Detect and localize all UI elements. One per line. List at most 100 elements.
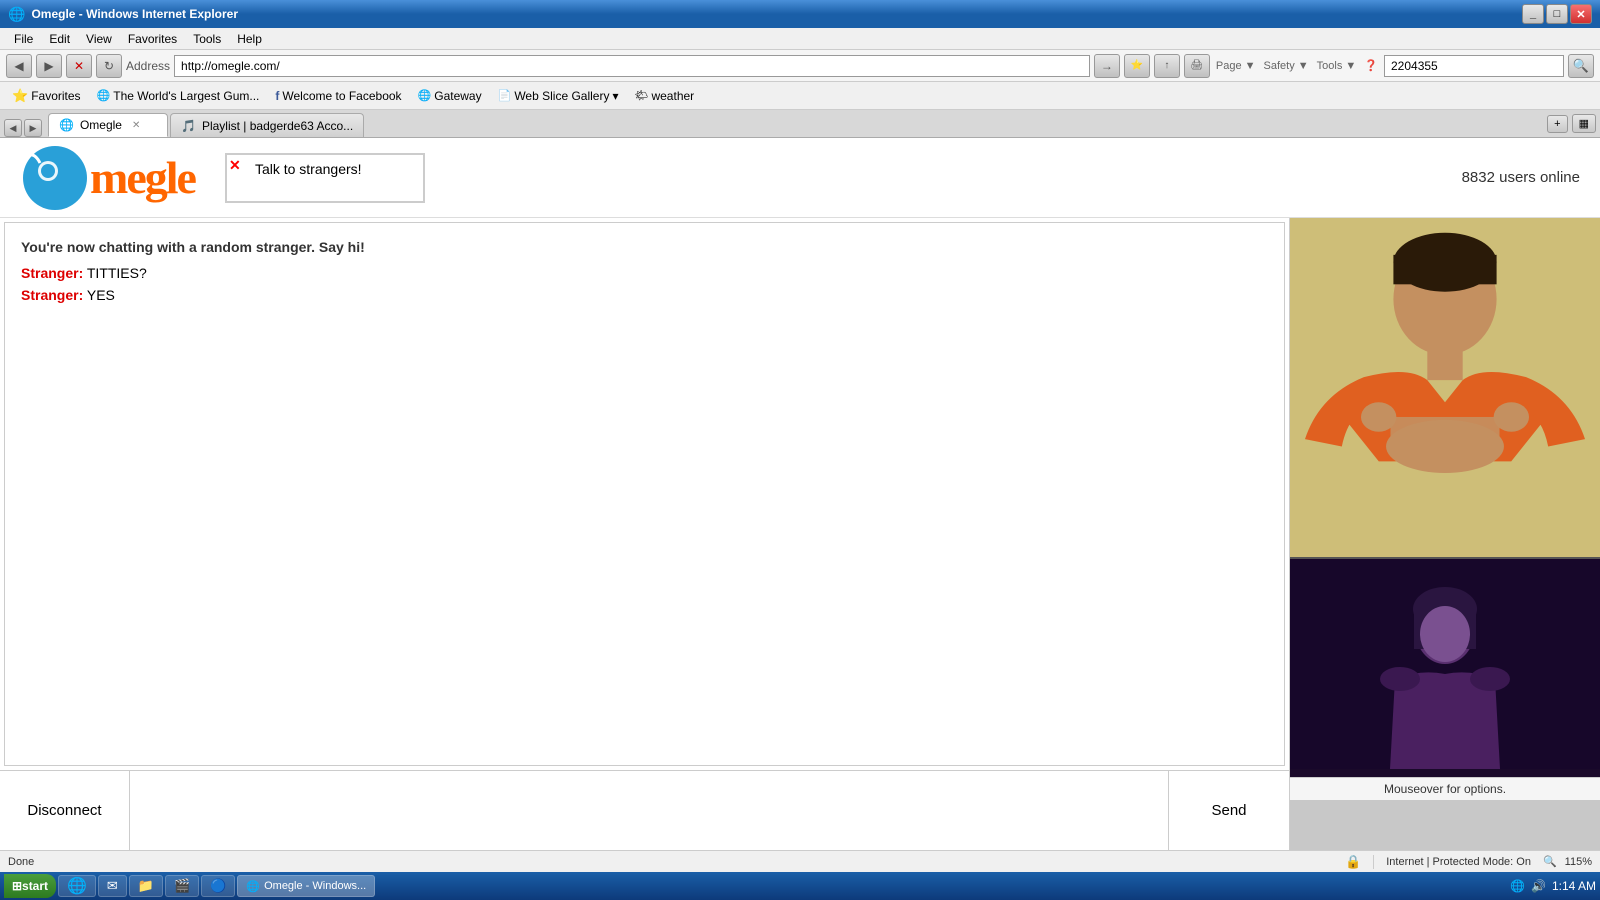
address-label: Address xyxy=(126,59,170,73)
close-button[interactable]: ✕ xyxy=(1570,4,1592,24)
fav-webslice-icon: 📄 xyxy=(498,89,512,102)
taskbar-omegle-window[interactable]: 🌐 Omegle - Windows... xyxy=(237,875,375,897)
tab-playlist[interactable]: 🎵 Playlist | badgerde63 Acco... xyxy=(170,113,364,137)
menu-view[interactable]: View xyxy=(80,30,118,48)
taskbar-icon-folder[interactable]: 📁 xyxy=(129,875,163,897)
zone-text: Internet | Protected Mode: On xyxy=(1386,856,1531,868)
fav-gum-label: The World's Largest Gum... xyxy=(113,89,259,103)
browser-icon: 🌐 xyxy=(8,6,25,23)
video-top-person-svg xyxy=(1290,218,1600,557)
status-bar: Done 🔒 Internet | Protected Mode: On 🔍 1… xyxy=(0,850,1600,872)
minimize-button[interactable]: _ xyxy=(1522,4,1544,24)
menu-help[interactable]: Help xyxy=(231,30,268,48)
start-button[interactable]: ⊞ start xyxy=(4,874,56,898)
fav-gateway-label: Gateway xyxy=(434,89,481,103)
tab-scroll-right[interactable]: ▶ xyxy=(24,119,42,137)
print-button[interactable]: 🖨 xyxy=(1184,54,1210,78)
fav-weather-icon: 🌤 xyxy=(635,89,649,102)
tab-omegle-icon: 🌐 xyxy=(59,118,74,132)
taskbar: ⊞ start 🌐 ✉ 📁 🎬 🔵 🌐 Omegle - Windows... … xyxy=(0,872,1600,900)
chat-message-1: Stranger: YES xyxy=(21,287,1268,303)
chat-text-1: YES xyxy=(87,287,115,303)
menu-edit[interactable]: Edit xyxy=(43,30,76,48)
zoom-icon: 🔍 xyxy=(1543,855,1557,868)
tab-scroll-left[interactable]: ◀ xyxy=(4,119,22,137)
video-top xyxy=(1290,218,1600,557)
taskbar-volume-icon: 🔊 xyxy=(1531,879,1546,893)
taskbar-icon-other[interactable]: 🔵 xyxy=(201,875,235,897)
quick-tabs-button[interactable]: ▦ xyxy=(1572,114,1596,133)
video-bottom-person-svg xyxy=(1290,559,1600,769)
page-dropdown[interactable]: Page ▼ xyxy=(1214,58,1258,74)
chat-text-0: TITTIES? xyxy=(87,265,147,281)
taskbar-omegle-label: Omegle - Windows... xyxy=(264,880,366,892)
search-button[interactable]: 🔍 xyxy=(1568,54,1594,78)
chat-area: You're now chatting with a random strang… xyxy=(0,218,1600,850)
refresh-alt-button[interactable]: ↑ xyxy=(1154,54,1180,78)
tab-bar-right: + ▦ xyxy=(1547,114,1596,137)
send-button[interactable]: Send xyxy=(1169,771,1289,850)
url-input[interactable] xyxy=(174,55,1090,77)
taskbar-ie-icon: 🌐 xyxy=(246,880,260,893)
users-online: 8832 users online xyxy=(1462,169,1580,186)
favorites-label: Favorites xyxy=(31,89,80,103)
chat-message-0: Stranger: TITTIES? xyxy=(21,265,1268,281)
favorites-item-facebook[interactable]: f Welcome to Facebook xyxy=(271,87,405,105)
chat-intro: You're now chatting with a random strang… xyxy=(21,239,1268,255)
chat-label-0: Stranger: xyxy=(21,265,83,281)
stop-button[interactable]: ✕ xyxy=(66,54,92,78)
title-bar-left: 🌐 Omegle - Windows Internet Explorer xyxy=(8,6,238,23)
search-input[interactable] xyxy=(1384,55,1564,77)
taskbar-network-icon: 🌐 xyxy=(1510,879,1525,893)
disconnect-button[interactable]: Disconnect xyxy=(0,771,130,850)
menu-tools[interactable]: Tools xyxy=(187,30,227,48)
fav-weather-label: weather xyxy=(651,89,694,103)
favorites-item-weather[interactable]: 🌤 weather xyxy=(631,87,699,105)
chat-messages: You're now chatting with a random strang… xyxy=(4,222,1285,766)
omegle-logo-svg xyxy=(20,143,90,213)
help-icon[interactable]: ❓ xyxy=(1362,57,1380,74)
favorites-folder[interactable]: ⭐ Favorites xyxy=(8,86,85,106)
taskbar-time: 1:14 AM xyxy=(1552,879,1596,893)
video-bottom xyxy=(1290,557,1600,777)
taskbar-icon-mail[interactable]: ✉ xyxy=(98,875,127,897)
tab-omegle[interactable]: 🌐 Omegle ✕ xyxy=(48,113,168,137)
go-button[interactable]: → xyxy=(1094,54,1120,78)
logo-text: megle xyxy=(90,151,195,204)
tab-omegle-label: Omegle xyxy=(80,118,122,132)
forward-button[interactable]: ▶ xyxy=(36,54,62,78)
address-bar: ◀ ▶ ✕ ↻ Address → ⭐ ↑ 🖨 Page ▼ Safety ▼ … xyxy=(0,50,1600,82)
menu-file[interactable]: File xyxy=(8,30,39,48)
window-title: Omegle - Windows Internet Explorer xyxy=(31,7,238,21)
browser-content: megle ✕ Talk to strangers! 8832 users on… xyxy=(0,138,1600,850)
taskbar-icon-ie[interactable]: 🌐 xyxy=(58,875,96,897)
tab-omegle-close[interactable]: ✕ xyxy=(132,120,140,131)
omegle-logo: megle xyxy=(20,143,195,213)
zoom-level: 115% xyxy=(1565,856,1592,868)
favorites-item-gateway[interactable]: 🌐 Gateway xyxy=(414,87,486,105)
tools-dropdown[interactable]: Tools ▼ xyxy=(1315,58,1359,74)
favorites-item-gum[interactable]: 🌐 The World's Largest Gum... xyxy=(93,87,264,105)
message-input[interactable] xyxy=(130,771,1169,850)
video-panel: Mouseover for options. xyxy=(1290,218,1600,850)
bookmark-button[interactable]: ⭐ xyxy=(1124,54,1150,78)
tab-playlist-label: Playlist | badgerde63 Acco... xyxy=(202,119,353,133)
taskbar-icon-media[interactable]: 🎬 xyxy=(165,875,199,897)
menu-favorites[interactable]: Favorites xyxy=(122,30,183,48)
start-label: start xyxy=(22,879,48,893)
bubble-close-icon[interactable]: ✕ xyxy=(229,157,241,174)
back-button[interactable]: ◀ xyxy=(6,54,32,78)
tab-bar: ◀ ▶ 🌐 Omegle ✕ 🎵 Playlist | badgerde63 A… xyxy=(0,110,1600,138)
omegle-header: megle ✕ Talk to strangers! 8832 users on… xyxy=(0,138,1600,218)
menu-bar: File Edit View Favorites Tools Help xyxy=(0,28,1600,50)
refresh-button[interactable]: ↻ xyxy=(96,54,122,78)
tab-playlist-icon: 🎵 xyxy=(181,119,196,133)
maximize-button[interactable]: □ xyxy=(1546,4,1568,24)
talk-bubble: ✕ Talk to strangers! xyxy=(225,153,425,203)
safety-dropdown[interactable]: Safety ▼ xyxy=(1262,58,1311,74)
fav-facebook-label: Welcome to Facebook xyxy=(282,89,401,103)
webslice-dropdown-icon: ▾ xyxy=(612,89,618,103)
favorites-item-webslice[interactable]: 📄 Web Slice Gallery ▾ xyxy=(494,87,623,105)
new-tab-button[interactable]: + xyxy=(1547,115,1567,133)
status-text: Done xyxy=(8,856,1333,868)
